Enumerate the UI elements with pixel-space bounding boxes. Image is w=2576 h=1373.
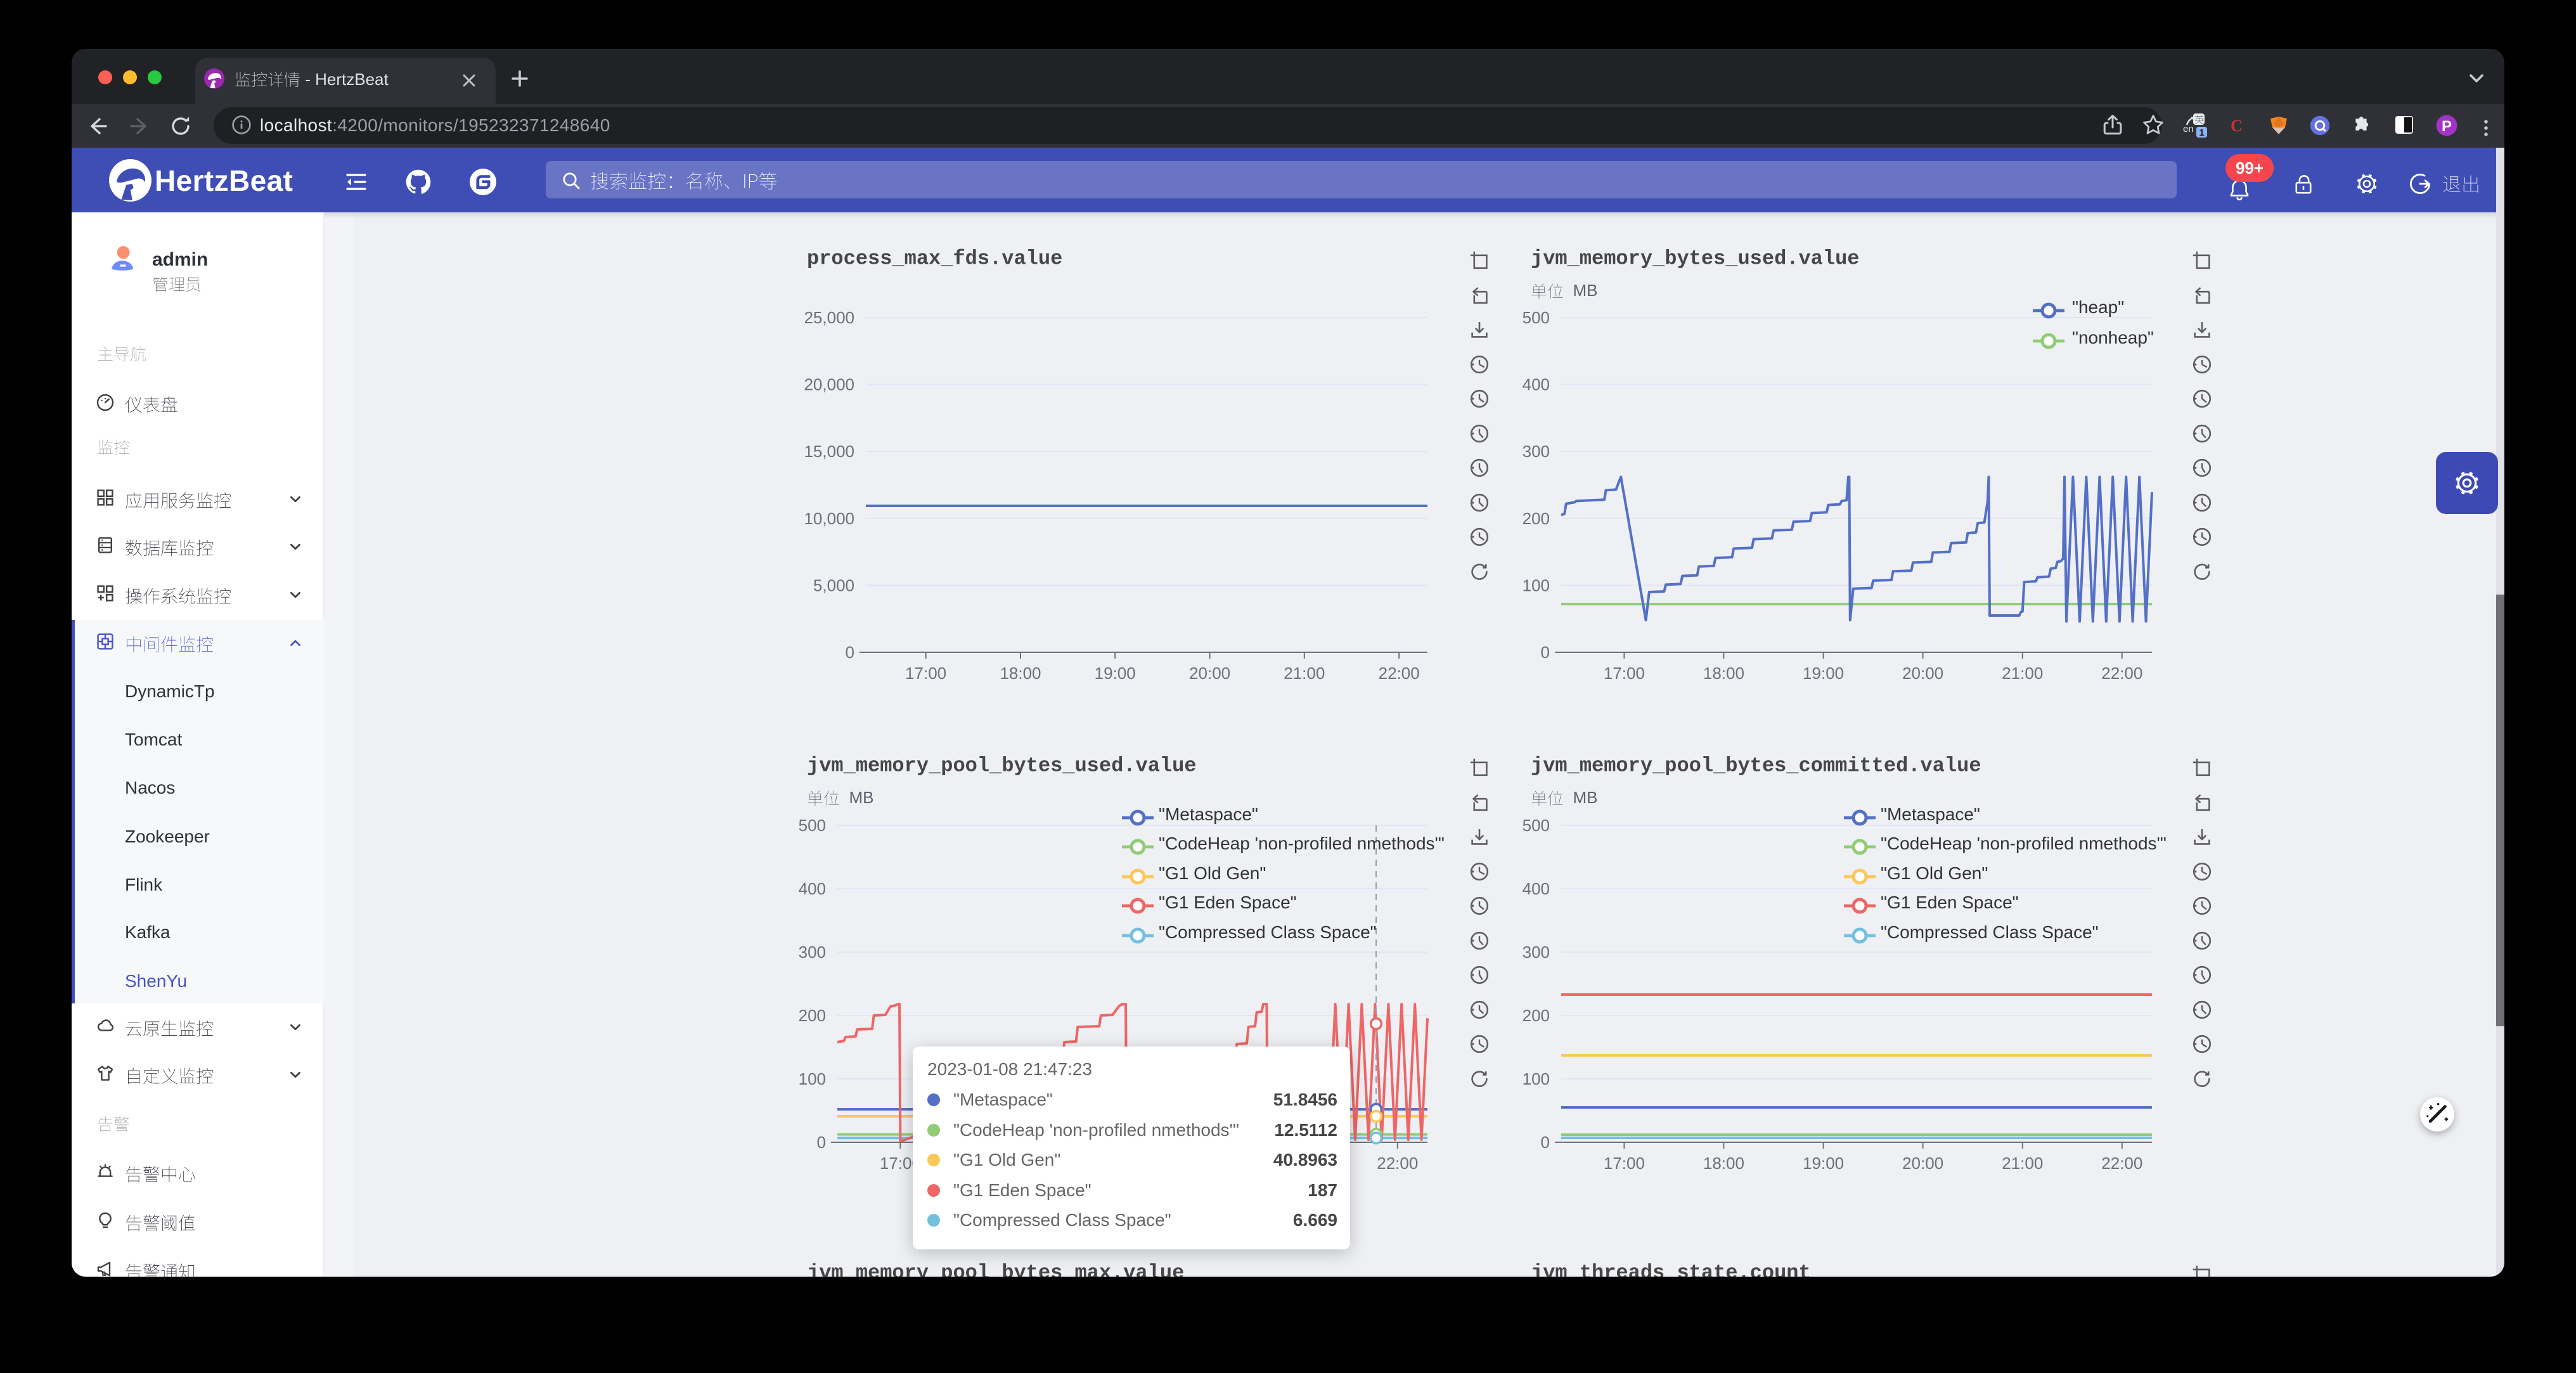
svg-text:400: 400 <box>1523 879 1550 898</box>
svg-text:200: 200 <box>799 1006 826 1025</box>
svg-text:21:00: 21:00 <box>2002 1154 2043 1173</box>
svg-text:17:00: 17:00 <box>1604 1154 1645 1173</box>
svg-text:500: 500 <box>799 816 826 835</box>
svg-text:P: P <box>2442 118 2452 135</box>
svg-text:18:00: 18:00 <box>1703 1154 1744 1173</box>
svg-text:100: 100 <box>1523 1069 1550 1088</box>
svg-text:400: 400 <box>799 879 826 898</box>
svg-text:17:00: 17:00 <box>905 664 946 683</box>
svg-text:300: 300 <box>1523 943 1550 962</box>
svg-text:20,000: 20,000 <box>804 375 854 394</box>
svg-text:19:00: 19:00 <box>1095 664 1136 683</box>
svg-text:5,000: 5,000 <box>813 576 854 595</box>
svg-text:200: 200 <box>1523 1006 1550 1025</box>
svg-text:22:00: 22:00 <box>1379 664 1420 683</box>
svg-text:15,000: 15,000 <box>804 442 854 461</box>
svg-text:0: 0 <box>1541 643 1550 662</box>
svg-text:20:00: 20:00 <box>1902 664 1943 683</box>
svg-text:18:00: 18:00 <box>1703 664 1744 683</box>
svg-text:19:00: 19:00 <box>1803 1154 1844 1173</box>
svg-text:300: 300 <box>799 943 826 962</box>
svg-text:19:00: 19:00 <box>1803 664 1844 683</box>
svg-text:0: 0 <box>1541 1133 1550 1152</box>
svg-text:17:00: 17:00 <box>1604 664 1645 683</box>
svg-text:20:00: 20:00 <box>1189 664 1230 683</box>
svg-text:22:00: 22:00 <box>1377 1154 1418 1173</box>
svg-text:300: 300 <box>1523 442 1550 461</box>
svg-text:200: 200 <box>1523 509 1550 528</box>
svg-text:20:00: 20:00 <box>1902 1154 1943 1173</box>
svg-text:21:00: 21:00 <box>2002 664 2043 683</box>
svg-text:22:00: 22:00 <box>2101 664 2142 683</box>
svg-text:25,000: 25,000 <box>804 308 854 327</box>
svg-text:0: 0 <box>817 1133 826 1152</box>
svg-text:100: 100 <box>799 1069 826 1088</box>
svg-text:22:00: 22:00 <box>2101 1154 2142 1173</box>
svg-text:C: C <box>2231 117 2243 135</box>
svg-text:500: 500 <box>1523 816 1550 835</box>
svg-text:0: 0 <box>846 643 854 662</box>
svg-text:400: 400 <box>1523 375 1550 394</box>
svg-text:21:00: 21:00 <box>1284 664 1325 683</box>
svg-text:1: 1 <box>2199 127 2204 138</box>
svg-text:10,000: 10,000 <box>804 509 854 528</box>
svg-text:100: 100 <box>1523 576 1550 595</box>
svg-text:500: 500 <box>1523 308 1550 327</box>
svg-text:18:00: 18:00 <box>1000 664 1041 683</box>
svg-text:en: en <box>2183 124 2194 134</box>
